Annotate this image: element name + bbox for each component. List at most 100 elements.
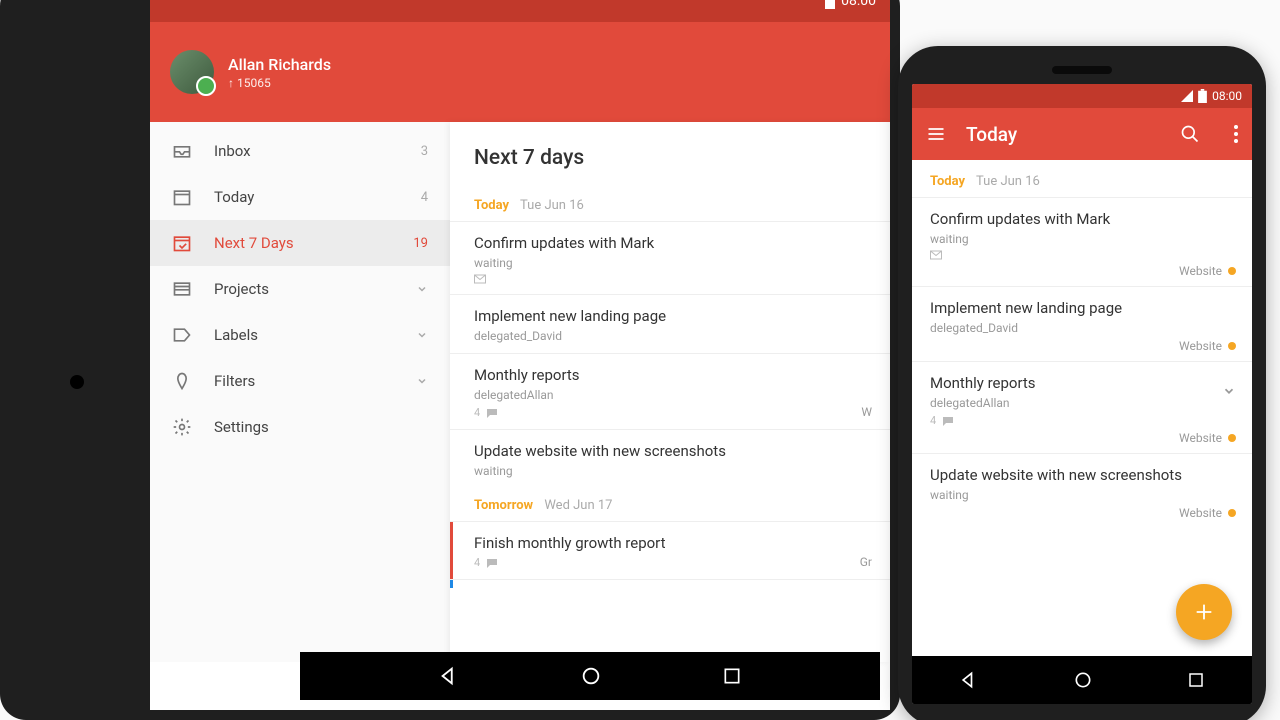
battery-icon xyxy=(825,0,835,9)
avatar[interactable] xyxy=(170,50,214,94)
sidebar: Inbox 3 Today 4 Next 7 D xyxy=(150,122,450,662)
task-project: Gr xyxy=(860,555,872,569)
sidebar-item-labels[interactable]: Labels xyxy=(150,312,450,358)
task-title: Update website with new screenshots xyxy=(930,466,1234,484)
section-date: Wed Jun 17 xyxy=(544,498,612,513)
task-title: Finish monthly growth report xyxy=(474,534,866,552)
chevron-down-icon xyxy=(416,329,428,341)
status-time: 08:00 xyxy=(1212,89,1242,103)
add-task-fab[interactable] xyxy=(1176,584,1232,640)
sidebar-item-next7days[interactable]: Next 7 Days 19 xyxy=(150,220,450,266)
priority-bar xyxy=(450,580,453,588)
signal-icon xyxy=(1181,90,1193,102)
comment-icon xyxy=(942,416,954,426)
nav-home-icon[interactable] xyxy=(580,665,602,687)
filter-icon xyxy=(172,371,192,391)
task-project: Website xyxy=(1179,264,1236,278)
subtask-count: 4 xyxy=(474,406,480,419)
nav-recent-icon[interactable] xyxy=(1187,671,1205,689)
tablet-nav-bar xyxy=(300,652,880,700)
task-sub: delegatedAllan xyxy=(474,388,866,402)
tablet-header: Allan Richards ↑ 15065 xyxy=(150,22,890,122)
phone-title: Today xyxy=(966,123,1160,146)
sidebar-item-count: 3 xyxy=(421,144,428,159)
project-dot-icon xyxy=(1228,434,1236,442)
hamburger-icon[interactable] xyxy=(926,124,946,144)
sidebar-item-label: Inbox xyxy=(214,142,251,160)
tablet-screen: 08:00 Allan Richards ↑ 15065 Inbox xyxy=(150,0,890,710)
mail-icon xyxy=(930,250,942,260)
phone-screen: 08:00 Today Today Tue Jun 16 Confirm upd… xyxy=(912,84,1252,704)
project-dot-icon xyxy=(1228,342,1236,350)
section-label: Tomorrow xyxy=(474,498,533,513)
chevron-down-icon xyxy=(416,283,428,295)
label-icon xyxy=(172,325,192,345)
task-row[interactable]: Monthly reports delegatedAllan 4 Website xyxy=(912,361,1252,453)
inbox-icon xyxy=(172,141,192,161)
chevron-down-icon xyxy=(416,375,428,387)
task-sub: waiting xyxy=(930,232,1234,246)
sidebar-item-settings[interactable]: Settings xyxy=(150,404,450,450)
calendar-today-icon xyxy=(172,187,192,207)
user-points: ↑ 15065 xyxy=(228,76,331,90)
task-project: Website xyxy=(1179,339,1236,353)
task-row[interactable]: Confirm updates with Mark waiting xyxy=(450,221,890,294)
task-row[interactable] xyxy=(450,579,890,588)
sidebar-item-label: Filters xyxy=(214,372,255,390)
section-date: Tue Jun 16 xyxy=(520,198,584,213)
task-row[interactable]: Update website with new screenshots wait… xyxy=(912,453,1252,528)
task-row[interactable]: Update website with new screenshots wait… xyxy=(450,429,890,488)
task-row[interactable]: Monthly reports delegatedAllan 4 W xyxy=(450,353,890,429)
task-sub: delegated_David xyxy=(474,329,866,343)
section-label: Today xyxy=(474,198,509,213)
overflow-icon[interactable] xyxy=(1234,125,1238,143)
sidebar-item-projects[interactable]: Projects xyxy=(150,266,450,312)
task-title: Monthly reports xyxy=(930,374,1234,392)
section-today: Today Tue Jun 16 xyxy=(912,160,1252,197)
tablet-status-bar: 08:00 xyxy=(150,0,890,22)
subtask-count: 4 xyxy=(930,414,936,427)
task-title: Implement new landing page xyxy=(474,307,866,325)
sidebar-item-count: 19 xyxy=(413,236,428,251)
priority-bar xyxy=(450,522,453,579)
task-title: Monthly reports xyxy=(474,366,866,384)
projects-icon xyxy=(172,279,192,299)
battery-icon xyxy=(1198,89,1207,103)
task-project: Website xyxy=(1179,506,1236,520)
sidebar-item-filters[interactable]: Filters xyxy=(150,358,450,404)
task-title: Implement new landing page xyxy=(930,299,1234,317)
nav-back-icon[interactable] xyxy=(438,665,460,687)
task-row[interactable]: Confirm updates with Mark waiting Websit… xyxy=(912,197,1252,286)
page-title: Next 7 days xyxy=(450,122,890,188)
task-sub: delegatedAllan xyxy=(930,396,1234,410)
user-block: Allan Richards ↑ 15065 xyxy=(228,55,331,90)
nav-home-icon[interactable] xyxy=(1073,670,1093,690)
nav-back-icon[interactable] xyxy=(959,670,979,690)
task-row[interactable]: Finish monthly growth report 4 Gr xyxy=(450,521,890,579)
phone-body: Today Tue Jun 16 Confirm updates with Ma… xyxy=(912,160,1252,656)
mail-icon xyxy=(474,274,486,284)
sidebar-item-label: Next 7 Days xyxy=(214,234,294,252)
phone-app-bar: Today xyxy=(912,108,1252,160)
task-row[interactable]: Implement new landing page delegated_Dav… xyxy=(912,286,1252,361)
task-sub: waiting xyxy=(930,488,1234,502)
comment-icon xyxy=(486,408,498,418)
nav-recent-icon[interactable] xyxy=(722,666,742,686)
task-title: Confirm updates with Mark xyxy=(474,234,866,252)
section-label: Today xyxy=(930,174,965,189)
subtask-count: 4 xyxy=(474,556,480,569)
task-sub: waiting xyxy=(474,256,866,270)
task-title: Confirm updates with Mark xyxy=(930,210,1234,228)
phone-nav-bar xyxy=(912,656,1252,704)
gear-icon xyxy=(172,417,192,437)
sidebar-item-label: Today xyxy=(214,188,254,206)
sidebar-item-label: Settings xyxy=(214,418,269,436)
chevron-down-icon[interactable] xyxy=(1222,384,1236,398)
task-row[interactable]: Implement new landing page delegated_Dav… xyxy=(450,294,890,353)
section-date: Tue Jun 16 xyxy=(976,174,1040,189)
sidebar-item-today[interactable]: Today 4 xyxy=(150,174,450,220)
search-icon[interactable] xyxy=(1180,124,1200,144)
sidebar-item-inbox[interactable]: Inbox 3 xyxy=(150,128,450,174)
task-project: W xyxy=(861,405,872,419)
task-project: Website xyxy=(1179,431,1236,445)
